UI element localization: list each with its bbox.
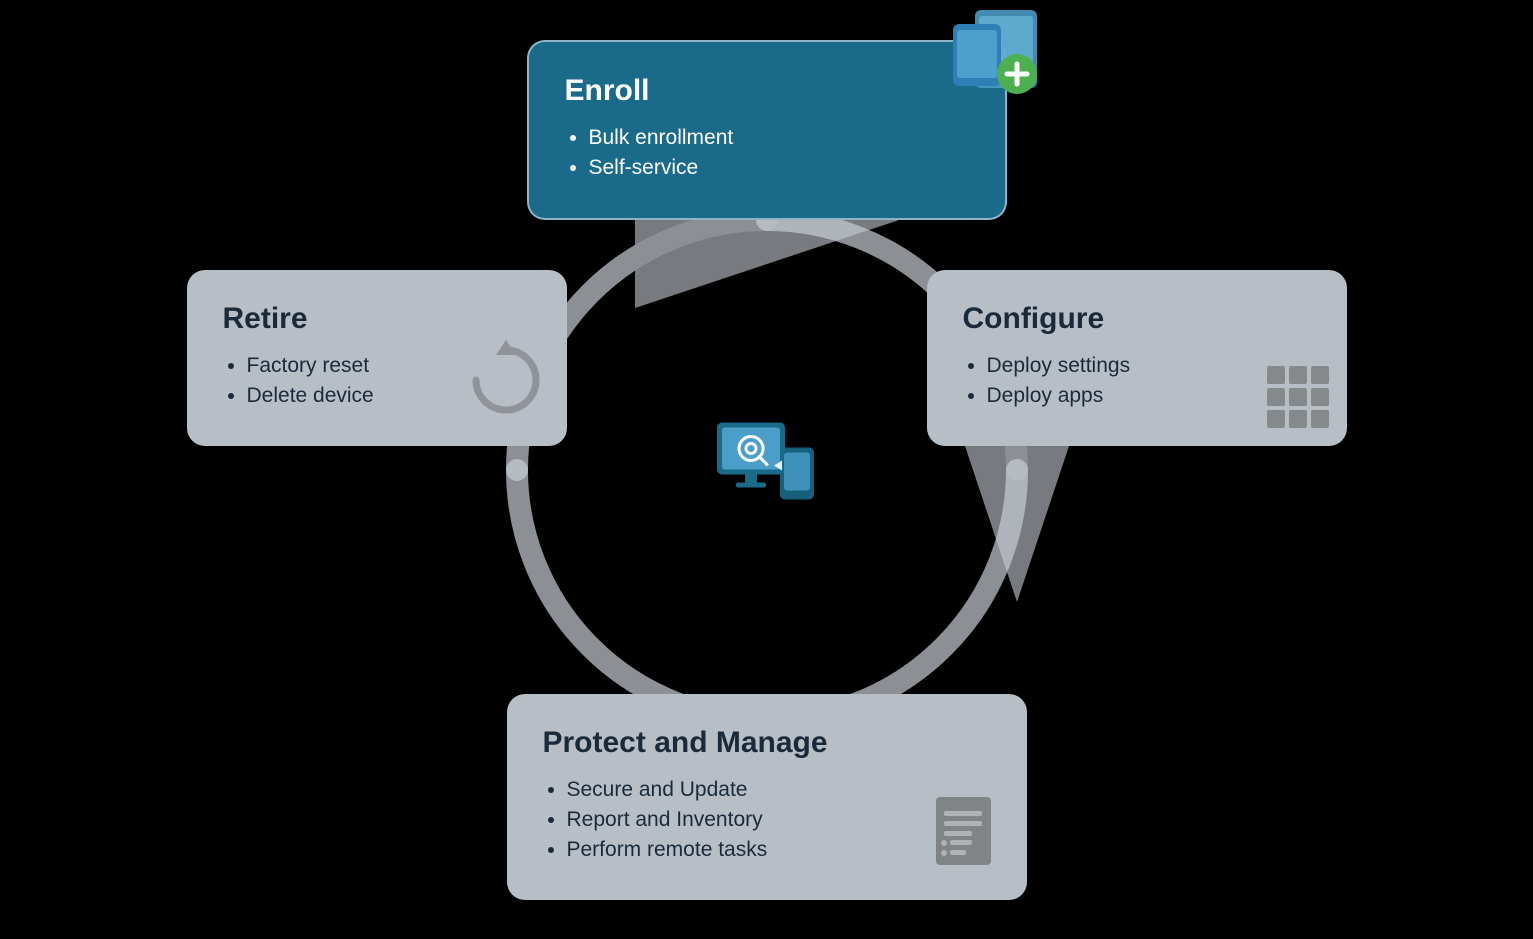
enroll-item-1: Bulk enrollment bbox=[589, 126, 969, 150]
configure-list: Deploy settings Deploy apps bbox=[963, 354, 1311, 408]
center-icon bbox=[712, 417, 822, 522]
enroll-card: Enroll Bulk enrollment Self-service bbox=[527, 40, 1007, 220]
enroll-item-2: Self-service bbox=[589, 156, 969, 180]
retire-card: Retire Factory reset Delete device bbox=[187, 270, 567, 446]
configure-card: Configure Deploy settings Deploy apps bbox=[927, 270, 1347, 446]
configure-item-2: Deploy apps bbox=[987, 384, 1311, 408]
enroll-title: Enroll bbox=[565, 74, 969, 108]
configure-grid-icon bbox=[1267, 366, 1329, 428]
configure-title: Configure bbox=[963, 302, 1311, 336]
enroll-list: Bulk enrollment Self-service bbox=[565, 126, 969, 180]
protect-title: Protect and Manage bbox=[543, 726, 991, 760]
configure-item-1: Deploy settings bbox=[987, 354, 1311, 378]
enroll-icon bbox=[935, 2, 1045, 107]
protect-card: Protect and Manage Secure and Update Rep… bbox=[507, 694, 1027, 900]
retire-title: Retire bbox=[223, 302, 531, 336]
protect-icon bbox=[926, 789, 1011, 884]
retire-icon bbox=[461, 335, 551, 430]
protect-list: Secure and Update Report and Inventory P… bbox=[543, 778, 991, 862]
diagram-container: Enroll Bulk enrollment Self-service Conf… bbox=[167, 30, 1367, 910]
